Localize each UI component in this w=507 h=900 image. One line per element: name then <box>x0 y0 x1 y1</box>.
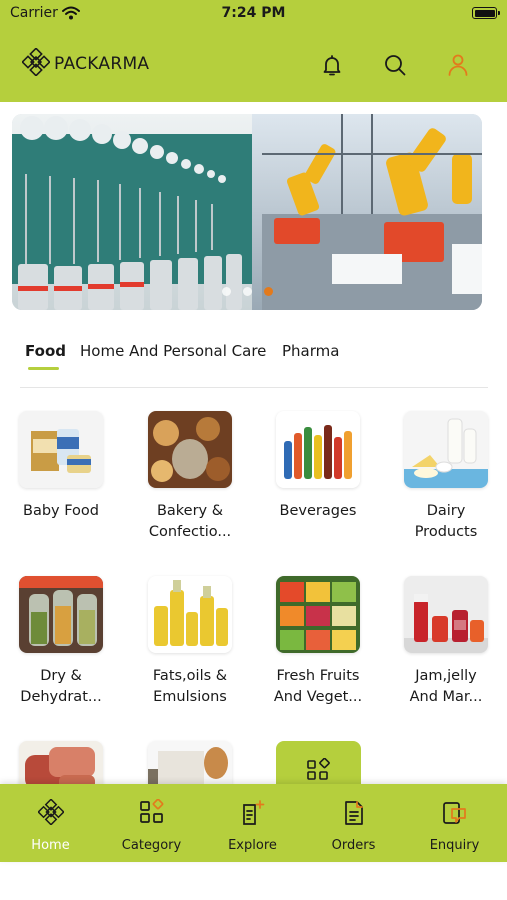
carousel-dot-active[interactable] <box>263 287 273 296</box>
category-label: Dry & Dehydrat... <box>20 668 102 705</box>
category-card-fats-oils-emulsions[interactable]: Fats,oils & Emulsions <box>131 576 249 708</box>
dairy-image <box>404 411 488 488</box>
notification-bell-icon[interactable] <box>317 50 347 80</box>
nav-label: Orders <box>331 838 376 853</box>
category-card-bakery-confectionery[interactable]: Bakery & Confectio... <box>131 411 249 543</box>
user-profile-icon[interactable] <box>443 50 473 80</box>
category-label: Fresh Fruits And Veget... <box>273 668 363 705</box>
dry-dehydrated-image <box>19 576 103 653</box>
brand-logo[interactable]: PACKARMA <box>21 47 150 80</box>
category-card-dry-dehydrated[interactable]: Dry & Dehydrat... <box>2 576 120 708</box>
category-card-fresh-fruits-vegetables[interactable]: Fresh Fruits And Veget... <box>259 576 377 708</box>
status-bar: Carrier 7:24 PM <box>0 0 507 28</box>
tab-home-and-personal-care[interactable]: Home And Personal Care <box>80 342 266 360</box>
clock: 7:24 PM <box>221 5 286 21</box>
view-all-grid-icon <box>306 757 332 784</box>
carousel-dot[interactable] <box>242 287 252 296</box>
category-card-meat[interactable] <box>2 741 120 784</box>
brand-name: PACKARMA <box>54 54 150 74</box>
nav-label: Home <box>31 838 70 853</box>
category-card-dairy-products[interactable]: Dairy Products <box>387 411 505 543</box>
category-card-beverages[interactable]: Beverages <box>259 411 377 522</box>
category-label: Beverages <box>279 503 357 519</box>
view-all-categories-button[interactable] <box>276 741 361 784</box>
promo-banner-carousel[interactable] <box>12 114 482 310</box>
packarma-logo-icon <box>21 47 51 80</box>
nav-category[interactable]: Category <box>101 784 202 862</box>
beverages-image <box>276 411 360 488</box>
nav-label: Category <box>121 838 182 853</box>
tab-food[interactable]: Food <box>25 342 66 360</box>
meat-products-image <box>19 741 103 784</box>
category-label: Jam,jelly And Mar... <box>409 668 483 705</box>
carousel-dot[interactable] <box>221 287 231 296</box>
app-header: PACKARMA <box>0 28 507 102</box>
category-label: Fats,oils & Emulsions <box>152 668 228 705</box>
category-label: Baby Food <box>23 503 99 519</box>
bottom-navigation: Home Category Explore Orders Enquiry <box>0 784 507 862</box>
nav-label: Explore <box>228 838 277 853</box>
category-card-pet-food[interactable] <box>131 741 249 784</box>
carousel-indicator <box>12 287 482 296</box>
nav-enquiry[interactable]: Enquiry <box>404 784 505 862</box>
category-card-jam-jelly-marmalade[interactable]: Jam,jelly And Mar... <box>387 576 505 708</box>
search-icon[interactable] <box>380 50 410 80</box>
nav-home[interactable]: Home <box>0 784 101 862</box>
baby-food-image <box>19 411 103 488</box>
category-card-baby-food[interactable]: Baby Food <box>2 411 120 522</box>
tab-pharma[interactable]: Pharma <box>282 342 339 360</box>
category-label: Dairy Products <box>414 503 478 540</box>
bakery-image <box>148 411 232 488</box>
nav-explore[interactable]: Explore <box>202 784 303 862</box>
active-tab-indicator <box>28 367 59 370</box>
explore-document-icon <box>202 799 303 827</box>
category-grid-icon <box>101 799 202 827</box>
category-grid: Baby Food Bakery & Confectio... Beverage… <box>0 410 507 784</box>
fresh-fruits-image <box>276 576 360 653</box>
factory-banner-image <box>12 114 482 310</box>
fats-oils-image <box>148 576 232 653</box>
nav-label: Enquiry <box>429 838 480 853</box>
orders-document-icon <box>303 799 404 827</box>
nav-orders[interactable]: Orders <box>303 784 404 862</box>
pet-food-image <box>148 741 232 784</box>
category-label: Bakery & Confectio... <box>148 503 232 540</box>
category-tabs: Food Home And Personal Care Pharma <box>20 340 488 388</box>
home-logo-icon <box>0 799 101 827</box>
jam-jelly-image <box>404 576 488 653</box>
battery-icon <box>472 7 500 19</box>
enquiry-chat-icon <box>404 799 505 827</box>
